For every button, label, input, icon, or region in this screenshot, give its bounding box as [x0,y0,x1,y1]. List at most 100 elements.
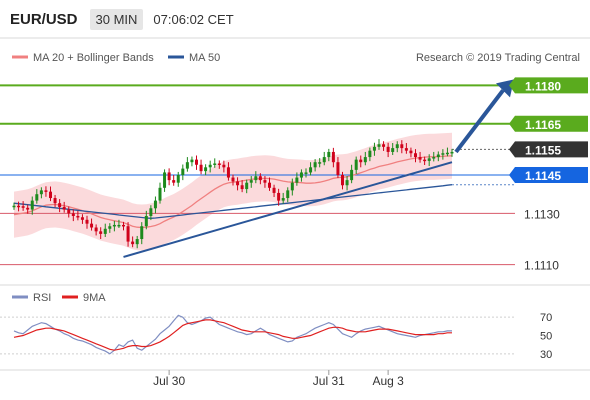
candle-body [341,175,344,186]
candle-body [368,150,372,158]
candle-body [281,198,285,201]
candle-body [327,151,331,158]
candle-body [286,190,290,199]
candle-body [254,176,258,181]
candle-body [331,151,335,163]
candle-body [240,185,244,190]
candle-body [126,226,130,242]
candle-body [58,203,62,208]
candle-body [322,157,326,163]
level-label-1.1110: 1.1110 [524,259,559,273]
candle-body [167,172,171,181]
candle-body [427,158,431,161]
candle-body [336,162,340,175]
candle-body [363,157,367,163]
date-label: Jul 30 [153,374,185,388]
rsi-tick-50: 50 [540,331,552,343]
candle-body [172,180,176,183]
candle-body [158,187,162,201]
candle-body [185,162,189,169]
candle-body [94,227,98,232]
candle-body [190,159,194,163]
rsi-tick-70: 70 [540,312,552,324]
candle-body [67,209,71,214]
candle-body [80,217,84,220]
candle-body [195,159,198,165]
candle-body [135,239,139,245]
candle-body [309,167,313,173]
candle-body [354,159,358,170]
rsi-panel: 30 50 70 [0,312,552,361]
candle-body [277,192,281,201]
candle-body [222,164,226,168]
candle-body [382,144,386,147]
candle-body [318,162,322,164]
candle-body [404,148,408,151]
candle-body [26,207,30,210]
candle-body [249,180,253,183]
candle-body [49,191,52,199]
candle-body [395,144,399,149]
candle-body [140,226,144,240]
candle-body [21,206,25,208]
date-axis: Jul 30 Jul 31 Aug 3 [153,370,404,388]
candle-body [409,150,413,154]
candle-body [386,146,390,152]
date-label: Aug 3 [372,374,404,388]
chart-widget: EUR/USD 30 MIN 07:06:02 CET MA 20 + Boll… [0,0,590,400]
level-label-1.1180: 1.1180 [525,79,561,93]
candle-body [108,226,112,229]
copyright-label: Research © 2019 Trading Central [416,52,580,64]
candle-body [359,159,363,163]
candle-body [85,219,89,224]
projection-arrow-shaft [454,89,505,154]
date-label: Jul 31 [313,374,345,388]
candle-body [350,169,354,181]
candle-body [199,164,203,172]
candle-body [290,182,294,191]
level-labels: 1.1180 1.1165 1.1155 1.1145 1.1130 1.1110 [509,77,588,273]
candle-body [372,146,376,151]
candle-body [304,172,308,174]
level-label-1.1145: 1.1145 [525,169,561,183]
candle-body [149,208,153,216]
candle-body [44,190,48,192]
candle-body [144,215,148,227]
candle-body [441,153,445,155]
candle-body [76,215,80,218]
candle-body [299,172,303,178]
candle-body [53,198,57,204]
candle-body [377,144,381,147]
candle-body [423,159,427,162]
rsi-legend: RSI 9MA [12,292,106,304]
candle-body [245,182,249,190]
candle-body [35,194,39,201]
candle-body [176,175,180,183]
candle-body [112,224,116,227]
ma50-legend-label: MA 50 [189,52,220,64]
candle-body [117,224,121,227]
bb-legend-label: MA 20 + Bollinger Bands [33,52,154,64]
rsi-line [13,314,452,355]
candle-body [345,180,349,186]
candle-body [181,168,185,175]
candle-body [263,180,267,183]
candle-body [450,151,454,154]
candle-body [163,172,167,188]
candle-body [30,200,34,210]
rsi-ma-line [13,319,452,351]
level-label-1.1155: 1.1155 [525,143,561,157]
candle-body [213,163,217,165]
candle-body [418,157,422,160]
main-legend: MA 20 + Bollinger Bands MA 50 Research ©… [12,52,580,64]
candle-body [103,228,107,234]
candle-body [231,177,235,182]
candle-body [12,205,16,208]
candle-body [414,153,417,158]
candle-body [99,231,103,234]
level-label-1.1130: 1.1130 [524,207,560,221]
candle-body [90,223,94,228]
price-levels [0,84,515,266]
rsi-tick-30: 30 [540,349,552,361]
candle-body [272,187,276,193]
